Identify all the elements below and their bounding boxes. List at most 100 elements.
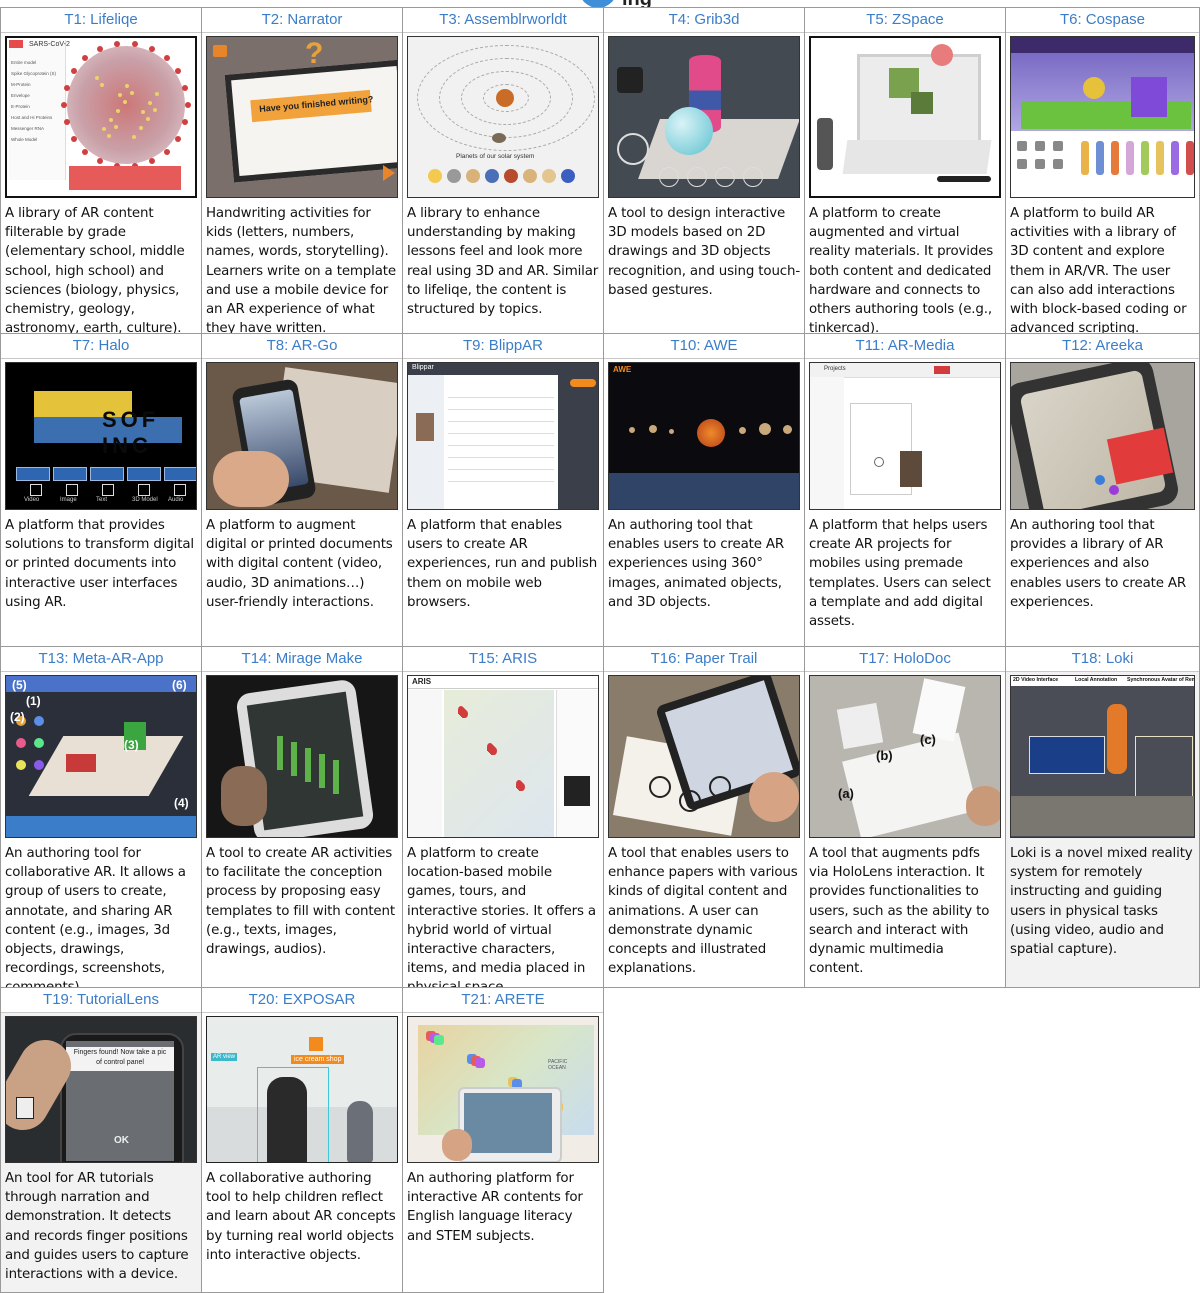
hand: [749, 772, 799, 822]
spike-dot: [139, 126, 143, 130]
tool-icon: [16, 760, 26, 770]
tool-circle-icon: [743, 167, 763, 187]
sun-icon: [697, 419, 725, 447]
tool-cell-t6: T6: Cospase A platform to build AR activi…: [1005, 7, 1200, 336]
media-toolbar-icon: SOF INC Video Image Text 3D Model Audio: [5, 362, 197, 510]
virus-menu-item: Messenger RNA: [11, 126, 45, 131]
tool-title: T21: ARETE: [403, 988, 603, 1013]
pen-cup-icon: [617, 67, 643, 93]
avatar-figure: [1107, 704, 1127, 774]
location-map-icon: ARIS: [407, 675, 599, 838]
annotation-label: 2D Video Interface: [1013, 677, 1059, 683]
annotation-circle-icon: [649, 776, 671, 798]
planet-thumb: [466, 169, 480, 183]
spike-icon: [175, 135, 182, 142]
spike-dot: [102, 127, 106, 131]
floor-plane: [28, 736, 184, 796]
right-panel: [556, 690, 598, 837]
spike-icon: [63, 84, 70, 91]
character-thumb: [1156, 141, 1164, 175]
sun-icon: [496, 89, 514, 107]
tool-title: T20: EXPOSAR: [202, 988, 402, 1013]
finger: [221, 766, 267, 826]
planet-thumb: [428, 169, 442, 183]
map-pin-icon: [462, 710, 468, 718]
tool-circle-icon: [715, 167, 735, 187]
aris-brand: ARIS: [412, 677, 432, 686]
model-column: [291, 742, 297, 776]
tool-title: T8: AR-Go: [202, 334, 402, 359]
map-sticker-icon: [475, 1058, 485, 1068]
callout-label: (5): [12, 678, 27, 692]
callout-label: (6): [172, 678, 187, 692]
spike-dot: [141, 110, 145, 114]
laptop-base: [842, 140, 992, 174]
planet-icon: [783, 425, 792, 434]
action-button-icon: [127, 467, 161, 481]
tool-description: A platform to augment digital or printed…: [206, 518, 393, 610]
video-panel: [1029, 736, 1105, 774]
tool-title: T19: TutorialLens: [1, 988, 201, 1013]
tool-description: Loki is a novel mixed reality system for…: [1010, 846, 1193, 958]
character-thumb: [1111, 141, 1119, 175]
project-template-icon: Projects: [809, 362, 1001, 510]
character-thumb: [1126, 141, 1134, 175]
tablet-world-map-icon: PACIFIC OCEAN: [407, 1016, 599, 1163]
top-bar: [9, 40, 23, 48]
tool-description: An tool for AR tutorials through narrati…: [5, 1171, 189, 1283]
phone-thumb: [416, 413, 434, 441]
map-pin-icon: [519, 783, 525, 791]
prompt-text: Fingers found! Now take a pic of control…: [73, 1049, 167, 1066]
tool-cell-t17: T17: HoloDoc (a) (b) (c) A tool that augment…: [804, 646, 1006, 988]
tool-description: An authoring tool that enables users to …: [608, 518, 785, 610]
tool-title: T15: ARIS: [403, 647, 603, 672]
tool-description: A library to enhance understanding by ma…: [407, 206, 599, 318]
spike-icon: [185, 102, 191, 108]
handwriting-sheet-icon: Have you finished writing??: [206, 36, 398, 198]
phone-finger-icon: Fingers found! Now take a pic of control…: [5, 1016, 197, 1163]
grid-line: [448, 421, 554, 422]
planet-thumb: [485, 169, 499, 183]
virus-menu-item: Entire model: [11, 60, 37, 65]
model-column: [305, 748, 311, 782]
spike-icon: [97, 158, 104, 165]
tool-cell-t5: T5: ZSpace A platform to create augmented…: [804, 7, 1006, 336]
annotation-label: Local Annotation: [1075, 677, 1118, 683]
tool-title: T5: ZSpace: [805, 8, 1005, 33]
media-type-icon: [30, 484, 42, 496]
spike-dot: [153, 108, 157, 112]
virus-model-icon: SARS-CoV-2 Entire model Spike Glycoprotein…: [5, 36, 197, 198]
category-icon: [1053, 141, 1063, 151]
tool-description: A tool that enables users to enhance pap…: [608, 846, 798, 977]
tool-cell-t8: T8: AR-Go A platform to augment digital o…: [201, 333, 403, 647]
desk-sheet: [842, 732, 978, 837]
laptop-hardware-icon: [809, 36, 1001, 198]
spike-dot: [114, 125, 118, 129]
blippar-brand: Blippar: [412, 364, 434, 371]
annotation-label: Synchronous Avatar of Remote User: [1127, 677, 1194, 683]
planet-thumb: [523, 169, 537, 183]
marker-tag: [16, 1097, 34, 1119]
model-column: [333, 760, 339, 794]
spike-icon: [175, 68, 182, 75]
tool-description: A platform to create location-based mobi…: [407, 846, 596, 995]
category-icon: [1053, 159, 1063, 169]
spike-dot: [116, 109, 120, 113]
character-thumb: [1186, 141, 1194, 175]
spike-dot: [100, 83, 104, 87]
tool-icon: [16, 738, 26, 748]
left-list: [408, 690, 442, 837]
add-circle-icon: [874, 457, 884, 467]
action-button-icon: [16, 467, 50, 481]
tool-cell-t20: T20: EXPOSAR AR view ice cream shop A colla…: [201, 987, 403, 1293]
spike-icon: [182, 84, 189, 91]
ocean-label: PACIFIC OCEAN: [548, 1059, 568, 1071]
tool-cell-t9: T9: BlippAR Blippar A platform that enable…: [402, 333, 604, 647]
virus-menu-item: Host and Hi Proteins: [11, 115, 53, 120]
top-bar: [6, 676, 196, 692]
documents-desk-icon: (a) (b) (c): [809, 675, 1001, 838]
tool-cell-t11: T11: AR-Media Projects A platform that hel…: [804, 333, 1006, 647]
paper-sheet: [224, 59, 397, 183]
hand: [442, 1129, 472, 1161]
tool-title: T13: Meta-AR-App: [1, 647, 201, 672]
